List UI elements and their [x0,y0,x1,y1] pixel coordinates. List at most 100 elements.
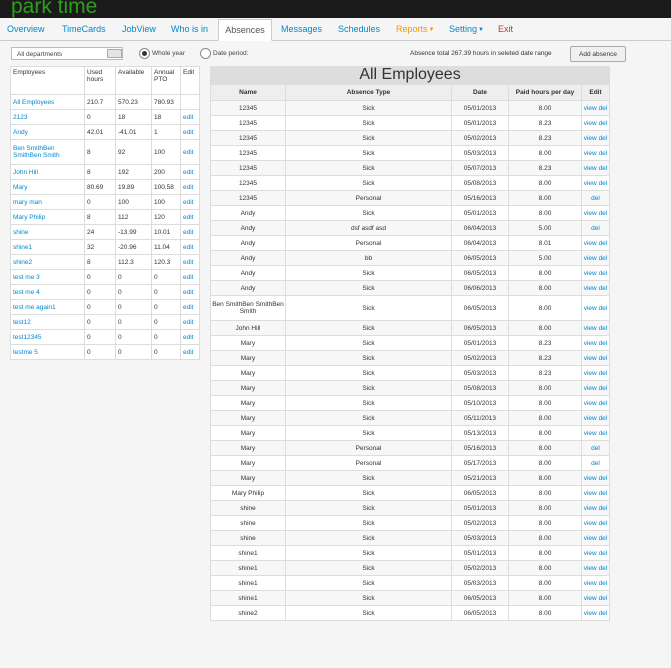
edit-link[interactable]: edit [183,199,193,206]
view-link[interactable]: view [584,165,597,172]
del-link[interactable]: del [599,105,608,112]
del-link[interactable]: del [599,370,608,377]
del-link[interactable]: del [599,535,608,542]
employee-link[interactable]: John Hill [13,169,38,176]
view-link[interactable]: view [584,430,597,437]
del-link[interactable]: del [599,340,608,347]
del-link[interactable]: del [591,445,600,452]
del-link[interactable]: del [599,120,608,127]
view-link[interactable]: view [584,550,597,557]
edit-link[interactable]: edit [183,304,193,311]
view-link[interactable]: view [584,520,597,527]
del-link[interactable]: del [599,355,608,362]
view-link[interactable]: view [584,285,597,292]
view-link[interactable]: view [584,240,597,247]
edit-link[interactable]: edit [183,334,193,341]
view-link[interactable]: view [584,270,597,277]
add-absence-button[interactable]: Add absence [570,46,626,62]
edit-link[interactable]: edit [183,349,193,356]
del-link[interactable]: del [599,550,608,557]
view-link[interactable]: view [584,385,597,392]
del-link[interactable]: del [599,240,608,247]
nav-absences[interactable]: Absences [218,19,272,41]
employee-link[interactable]: test12345 [13,334,42,341]
employee-link[interactable]: Andy [13,129,28,136]
employee-link[interactable]: test me again1 [13,304,56,311]
del-link[interactable]: del [599,595,608,602]
edit-link[interactable]: edit [183,214,193,221]
view-link[interactable]: view [584,415,597,422]
view-link[interactable]: view [584,595,597,602]
view-link[interactable]: view [584,370,597,377]
nav-messages[interactable]: Messages [281,19,322,39]
nav-schedules[interactable]: Schedules [338,19,380,39]
view-link[interactable]: view [584,565,597,572]
view-link[interactable]: view [584,535,597,542]
employee-link[interactable]: Mary [13,184,27,191]
view-link[interactable]: view [584,475,597,482]
edit-link[interactable]: edit [183,129,193,136]
app-logo[interactable]: park time [11,0,97,18]
del-link[interactable]: del [599,610,608,617]
employee-link[interactable]: testme 5 [13,349,38,356]
edit-link[interactable]: edit [183,319,193,326]
del-link[interactable]: del [599,180,608,187]
nav-exit[interactable]: Exit [498,19,513,39]
del-link[interactable]: del [599,415,608,422]
del-link[interactable]: del [599,210,608,217]
edit-link[interactable]: edit [183,114,193,121]
view-link[interactable]: view [584,355,597,362]
del-link[interactable]: del [591,460,600,467]
del-link[interactable]: del [599,270,608,277]
employee-link[interactable]: mary man [13,199,42,206]
employee-link[interactable]: shine [13,229,29,236]
del-link[interactable]: del [599,285,608,292]
view-link[interactable]: view [584,150,597,157]
del-link[interactable]: del [591,225,600,232]
del-link[interactable]: del [599,325,608,332]
department-select-button[interactable] [107,49,122,58]
view-link[interactable]: view [584,305,597,312]
nav-reports[interactable]: Reports▼ [396,19,434,39]
nav-whoisin[interactable]: Who is in [171,19,208,39]
employee-link[interactable]: 2123 [13,114,27,121]
date-period-radio[interactable] [200,48,211,59]
nav-setting[interactable]: Setting▼ [449,19,484,39]
edit-link[interactable]: edit [183,244,193,251]
view-link[interactable]: view [584,120,597,127]
edit-link[interactable]: edit [183,149,193,156]
edit-link[interactable]: edit [183,274,193,281]
view-link[interactable]: view [584,255,597,262]
nav-overview[interactable]: Overview [7,19,45,39]
view-link[interactable]: view [584,180,597,187]
nav-jobview[interactable]: JobView [122,19,156,39]
view-link[interactable]: view [584,610,597,617]
view-link[interactable]: view [584,340,597,347]
del-link[interactable]: del [599,430,608,437]
del-link[interactable]: del [599,475,608,482]
view-link[interactable]: view [584,580,597,587]
del-link[interactable]: del [599,135,608,142]
edit-link[interactable]: edit [183,184,193,191]
view-link[interactable]: view [584,105,597,112]
nav-timecards[interactable]: TimeCards [62,19,106,39]
del-link[interactable]: del [599,490,608,497]
whole-year-radio[interactable] [139,48,150,59]
del-link[interactable]: del [599,150,608,157]
del-link[interactable]: del [599,400,608,407]
view-link[interactable]: view [584,135,597,142]
view-link[interactable]: view [584,400,597,407]
del-link[interactable]: del [599,385,608,392]
employee-link[interactable]: test12 [13,319,31,326]
del-link[interactable]: del [599,580,608,587]
del-link[interactable]: del [599,520,608,527]
edit-link[interactable]: edit [183,259,193,266]
edit-link[interactable]: edit [183,289,193,296]
del-link[interactable]: del [599,255,608,262]
edit-link[interactable]: edit [183,229,193,236]
employee-link[interactable]: shine2 [13,259,32,266]
employee-link[interactable]: All Employees [13,99,54,106]
employee-link[interactable]: Mary Philip [13,214,45,221]
view-link[interactable]: view [584,505,597,512]
view-link[interactable]: view [584,210,597,217]
